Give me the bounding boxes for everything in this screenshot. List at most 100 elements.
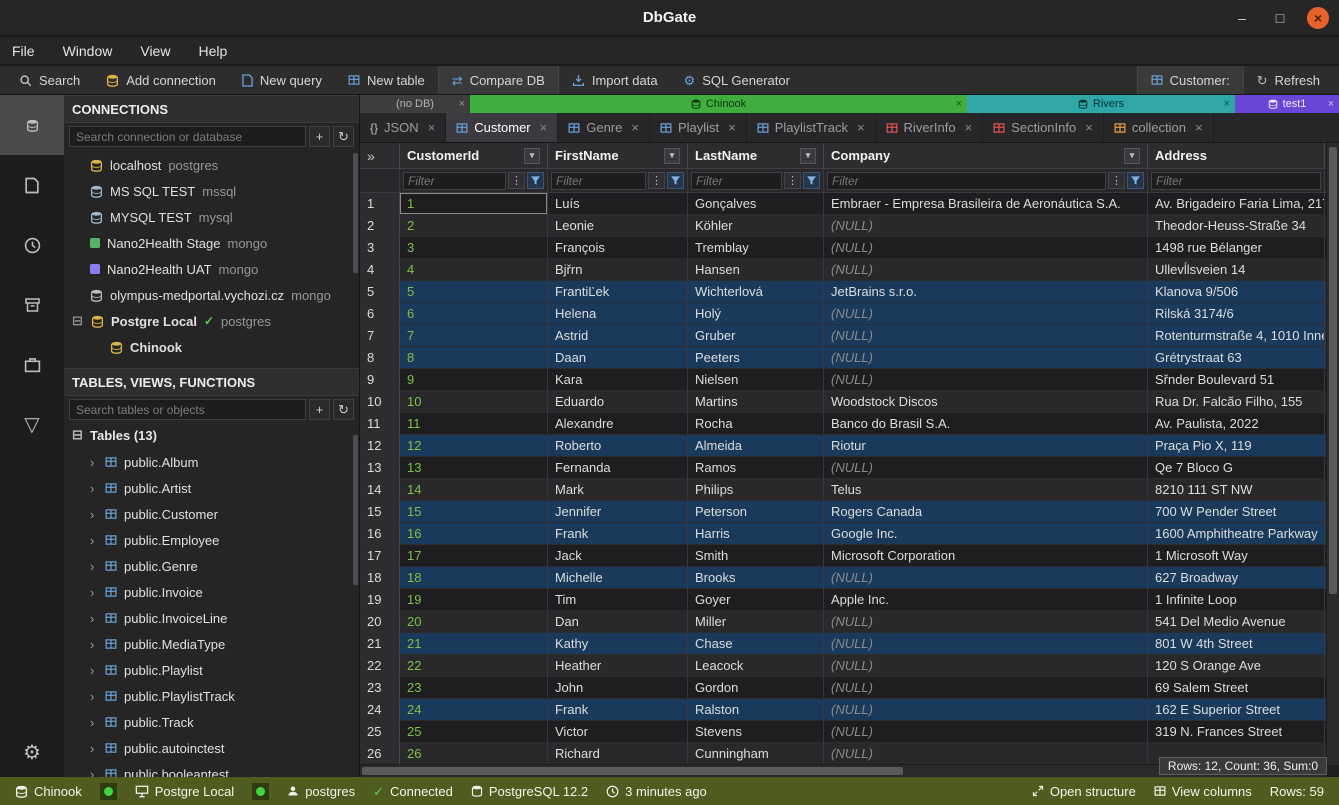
cell-company[interactable]: (NULL): [824, 699, 1148, 721]
cell-address[interactable]: 1 Microsoft Way: [1148, 545, 1325, 567]
filter-funnel-icon[interactable]: [803, 172, 820, 189]
table-row[interactable]: 1616FrankHarrisGoogle Inc.1600 Amphithea…: [360, 523, 1339, 545]
grid-vertical-scrollbar[interactable]: [1326, 143, 1339, 764]
connection-item-localhost[interactable]: localhostpostgres: [64, 152, 359, 178]
chevron-right-icon[interactable]: ›: [90, 559, 98, 574]
cell-address[interactable]: 120 S Orange Ave: [1148, 655, 1325, 677]
cell-company[interactable]: (NULL): [824, 347, 1148, 369]
filter-input-company[interactable]: [827, 172, 1106, 190]
cell-firstname[interactable]: Mark: [548, 479, 688, 501]
close-icon[interactable]: ×: [956, 98, 962, 110]
add-connection-mini-button[interactable]: +: [309, 126, 330, 147]
activity-file-icon[interactable]: [0, 155, 64, 215]
cell-address[interactable]: Grétrystraat 63: [1148, 347, 1325, 369]
row-number[interactable]: 15: [360, 501, 400, 523]
cell-lastname[interactable]: Rocha: [688, 413, 824, 435]
activity-history-icon[interactable]: [0, 215, 64, 275]
cell-company[interactable]: Google Inc.: [824, 523, 1148, 545]
cell-firstname[interactable]: Roberto: [548, 435, 688, 457]
chevron-down-icon[interactable]: ▾: [1124, 148, 1140, 164]
cell-customerid[interactable]: 12: [400, 435, 548, 457]
close-icon[interactable]: ×: [540, 120, 548, 135]
cell-customerid[interactable]: 10: [400, 391, 548, 413]
tab-playlist[interactable]: Playlist×: [650, 113, 747, 142]
close-icon[interactable]: ×: [1224, 98, 1230, 110]
cell-firstname[interactable]: Frank: [548, 523, 688, 545]
cell-address[interactable]: 162 E Superior Street: [1148, 699, 1325, 721]
table-row[interactable]: 2222HeatherLeacock(NULL)120 S Orange Ave: [360, 655, 1339, 677]
tables-scrollbar[interactable]: [353, 435, 358, 585]
table-row[interactable]: 1919TimGoyerApple Inc.1 Infinite Loop: [360, 589, 1339, 611]
cell-customerid[interactable]: 8: [400, 347, 548, 369]
tab-riverinfo[interactable]: RiverInfo×: [876, 113, 984, 142]
cell-firstname[interactable]: Luís: [548, 193, 688, 215]
row-number[interactable]: 6: [360, 303, 400, 325]
chevron-right-icon[interactable]: ›: [90, 455, 98, 470]
table-item-public-customer[interactable]: ›public.Customer: [64, 501, 359, 527]
chevron-right-icon[interactable]: ›: [90, 481, 98, 496]
table-item-public-autoinctest[interactable]: ›public.autoinctest: [64, 735, 359, 761]
cell-customerid[interactable]: 19: [400, 589, 548, 611]
row-number[interactable]: 10: [360, 391, 400, 413]
cell-address[interactable]: Rilská 3174/6: [1148, 303, 1325, 325]
close-icon[interactable]: ×: [857, 120, 865, 135]
row-number[interactable]: 9: [360, 369, 400, 391]
cell-customerid[interactable]: 24: [400, 699, 548, 721]
collapse-icon[interactable]: ⊟: [72, 427, 84, 443]
table-item-public-playlisttrack[interactable]: ›public.PlaylistTrack: [64, 683, 359, 709]
cell-lastname[interactable]: Smith: [688, 545, 824, 567]
cell-company[interactable]: Rogers Canada: [824, 501, 1148, 523]
connections-scrollbar[interactable]: [353, 153, 358, 273]
table-row[interactable]: 99KaraNielsen(NULL)Sřnder Boulevard 51: [360, 369, 1339, 391]
row-number[interactable]: 24: [360, 699, 400, 721]
table-item-public-playlist[interactable]: ›public.Playlist: [64, 657, 359, 683]
cell-customerid[interactable]: 2: [400, 215, 548, 237]
close-icon[interactable]: ×: [1195, 120, 1203, 135]
chevron-right-icon[interactable]: ›: [90, 533, 98, 548]
cell-firstname[interactable]: Dan: [548, 611, 688, 633]
add-table-mini-button[interactable]: +: [309, 399, 330, 420]
chevron-down-icon[interactable]: ▾: [800, 148, 816, 164]
row-number[interactable]: 12: [360, 435, 400, 457]
cell-address[interactable]: Rotenturmstraße 4, 1010 Innere Stadt: [1148, 325, 1325, 347]
close-icon[interactable]: ×: [1085, 120, 1093, 135]
activity-filter-icon[interactable]: ▽: [0, 395, 64, 455]
row-number[interactable]: 8: [360, 347, 400, 369]
tab-group-chinook[interactable]: Chinook×: [470, 95, 967, 113]
cell-customerid[interactable]: 7: [400, 325, 548, 347]
cell-lastname[interactable]: Gruber: [688, 325, 824, 347]
cell-firstname[interactable]: Daan: [548, 347, 688, 369]
cell-company[interactable]: JetBrains s.r.o.: [824, 281, 1148, 303]
collapse-icon[interactable]: ⊟: [72, 313, 84, 329]
tab-json[interactable]: {}JSON×: [360, 113, 446, 142]
table-row[interactable]: 1818MichelleBrooks(NULL)627 Broadway: [360, 567, 1339, 589]
row-number[interactable]: 20: [360, 611, 400, 633]
connection-item-nano2health-uat[interactable]: Nano2Health UATmongo: [64, 256, 359, 282]
menu-item-view[interactable]: View: [140, 43, 170, 59]
connection-item-mysql-test[interactable]: MYSQL TESTmysql: [64, 204, 359, 230]
tab-playlisttrack[interactable]: PlaylistTrack×: [747, 113, 876, 142]
row-number[interactable]: 16: [360, 523, 400, 545]
filter-input-lastname[interactable]: [691, 172, 782, 190]
cell-company[interactable]: (NULL): [824, 457, 1148, 479]
table-row[interactable]: 1111AlexandreRochaBanco do Brasil S.A.Av…: [360, 413, 1339, 435]
cell-lastname[interactable]: Nielsen: [688, 369, 824, 391]
chevron-down-icon[interactable]: ▾: [664, 148, 680, 164]
cell-lastname[interactable]: Cunningham: [688, 743, 824, 765]
toolbar-customer-button[interactable]: Customer:: [1137, 66, 1244, 94]
activity-database-icon[interactable]: [0, 95, 64, 155]
table-row[interactable]: 1212RobertoAlmeidaRioturPraça Pio X, 119: [360, 435, 1339, 457]
cell-address[interactable]: Klanova 9/506: [1148, 281, 1325, 303]
cell-lastname[interactable]: Philips: [688, 479, 824, 501]
cell-address[interactable]: Ullevĺlsveien 14: [1148, 259, 1325, 281]
cell-lastname[interactable]: Stevens: [688, 721, 824, 743]
close-button[interactable]: ×: [1307, 7, 1329, 29]
menu-item-help[interactable]: Help: [198, 43, 227, 59]
connection-item-ms-sql-test[interactable]: MS SQL TESTmssql: [64, 178, 359, 204]
cell-company[interactable]: Microsoft Corporation: [824, 545, 1148, 567]
toolbar-add-connection-button[interactable]: Add connection: [93, 66, 229, 94]
chevron-right-icon[interactable]: ›: [90, 585, 98, 600]
cell-firstname[interactable]: Victor: [548, 721, 688, 743]
cell-company[interactable]: (NULL): [824, 259, 1148, 281]
table-row[interactable]: 2121KathyChase(NULL)801 W 4th Street: [360, 633, 1339, 655]
